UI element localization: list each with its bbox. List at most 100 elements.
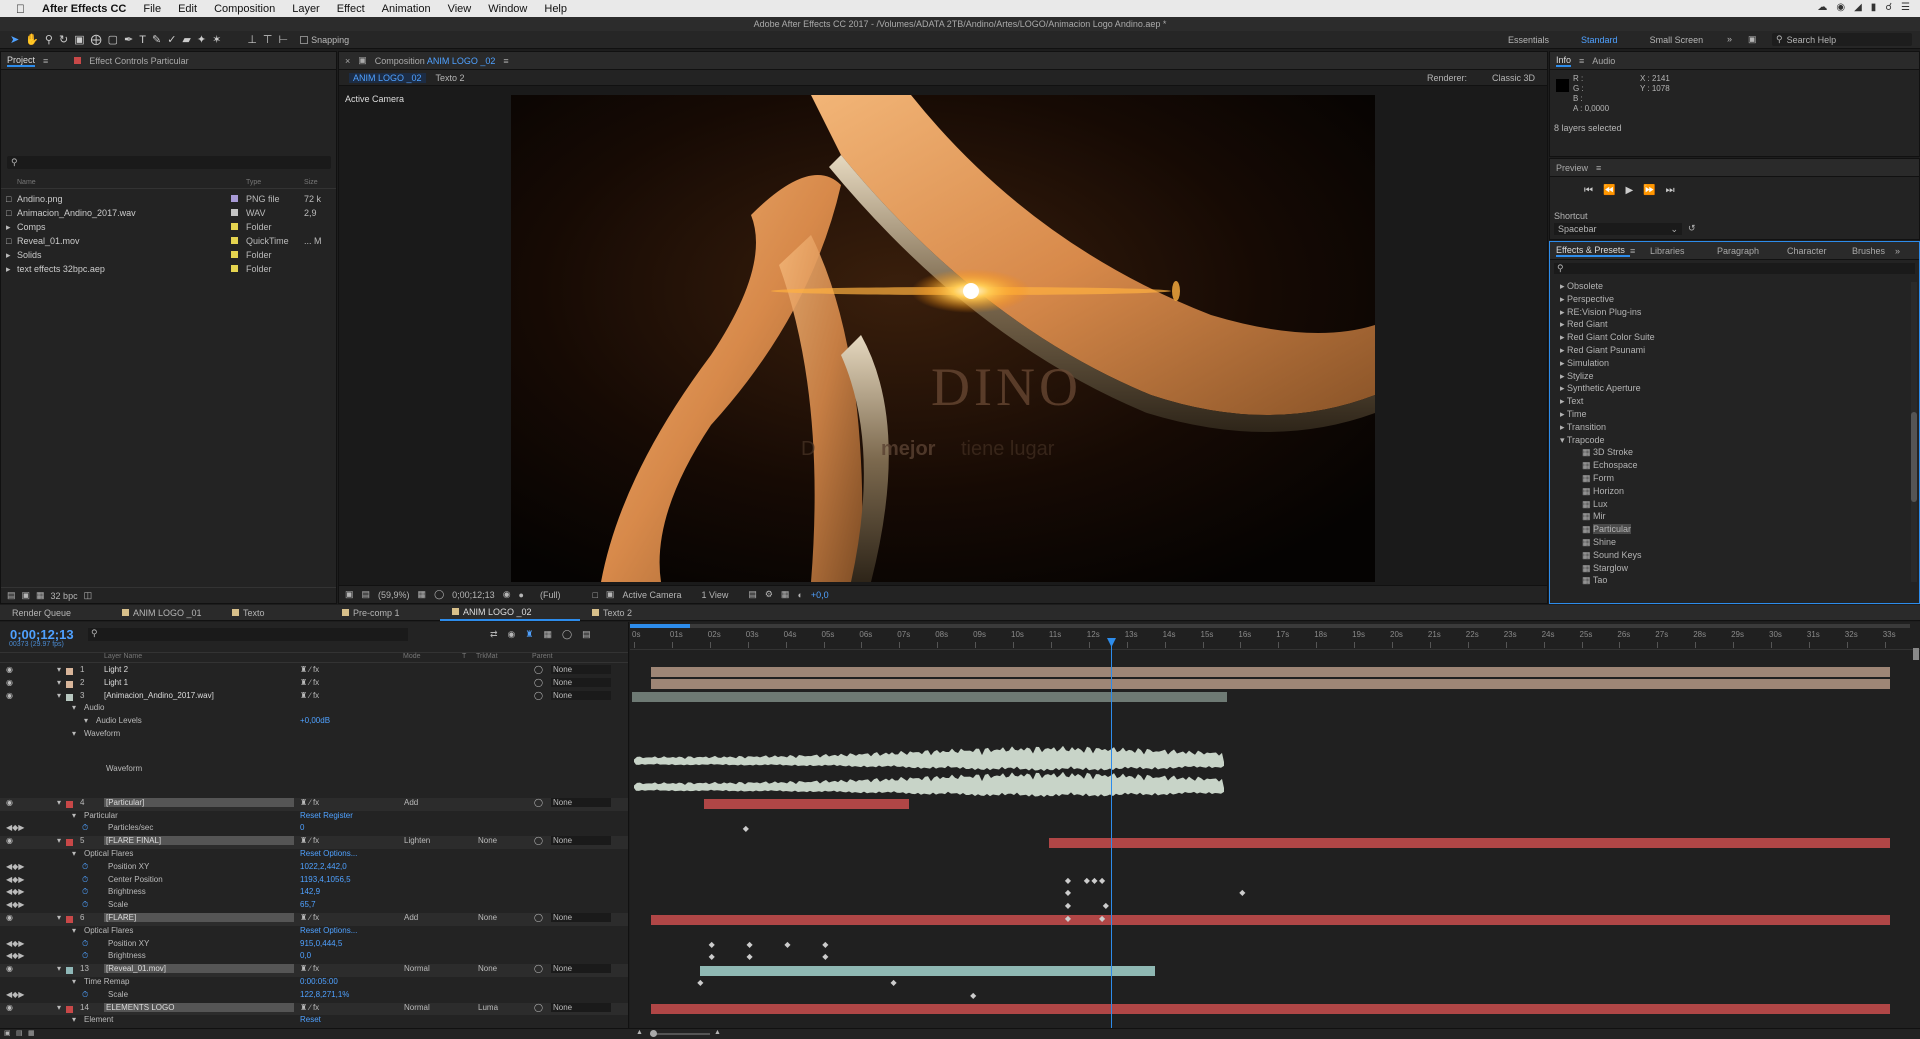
menu-help[interactable]: Help	[544, 3, 567, 15]
col-layer-name[interactable]: Layer Name	[104, 653, 142, 660]
timeline-tab[interactable]: Texto 2	[580, 606, 690, 620]
layer-duration-bar[interactable]	[704, 799, 909, 810]
effect-category[interactable]: ▸ RE:Vision Plug-ins	[1550, 306, 1910, 319]
layer-duration-bar[interactable]	[650, 666, 1891, 677]
mask-icon[interactable]: ◯	[434, 589, 444, 600]
keyframe-nav-icon[interactable]: ◀◆▶	[6, 939, 24, 948]
menu-window[interactable]: Window	[488, 3, 527, 15]
layer-twirl-icon[interactable]: ▾	[57, 665, 61, 674]
new-folder-icon[interactable]: ▣	[22, 590, 31, 601]
tab-paragraph[interactable]: Paragraph	[1717, 246, 1787, 256]
keyframe-nav-icon[interactable]: ◀◆▶	[6, 887, 24, 896]
layer-switches-icon[interactable]: ♜ ∕ fx	[300, 836, 319, 845]
layer-duration-bar[interactable]	[650, 1004, 1891, 1015]
keyframe-nav-icon[interactable]: ◀◆▶	[6, 951, 24, 960]
pen-tool-icon[interactable]: ✒	[124, 33, 133, 46]
toggle-modes-icon[interactable]: ▤	[16, 1029, 23, 1037]
comp-flowchart-icon[interactable]: ⇄	[490, 629, 498, 640]
tab-effect-controls[interactable]: Effect Controls Particular	[89, 56, 188, 66]
keyframe-icon[interactable]: ◆	[1099, 876, 1105, 885]
layer-duration-bar[interactable]	[650, 679, 1891, 690]
keyframe-nav-icon[interactable]: ◀◆▶	[6, 875, 24, 884]
zoom-select[interactable]: (59,9%)	[378, 590, 410, 600]
creative-cloud-icon[interactable]: ☁	[1817, 2, 1827, 13]
rotate-tool-icon[interactable]: ↻	[59, 33, 68, 46]
pan-behind-icon[interactable]: ⨁	[91, 33, 102, 46]
tab-character[interactable]: Character	[1787, 246, 1852, 256]
layer-switches-icon[interactable]: ♜ ∕ fx	[300, 1003, 319, 1012]
menu-app[interactable]: After Effects CC	[42, 3, 126, 15]
workspace-small-screen[interactable]: Small Screen	[1650, 35, 1704, 45]
keyframe-icon[interactable]: ◆	[1084, 876, 1090, 885]
keyframe-icon[interactable]: ◆	[822, 940, 828, 949]
visibility-eye-icon[interactable]: ◉	[6, 691, 13, 700]
parent-pickwhip-icon[interactable]: ◯	[534, 691, 543, 700]
property-row[interactable]: ◀◆▶ ⏱ Scale 122,8,271,1%	[0, 990, 628, 1003]
battery-icon[interactable]: ▮	[1871, 2, 1877, 13]
keyframe-icon[interactable]: ◆	[709, 952, 715, 961]
info-menu-icon[interactable]: ≡	[1579, 56, 1584, 66]
property-value[interactable]: Reset Options...	[300, 926, 357, 935]
keyframe-icon[interactable]: ◆	[1099, 914, 1105, 923]
fast-preview-icon[interactable]: ⚙	[765, 589, 773, 600]
exposure-icon[interactable]: ◐	[797, 590, 802, 600]
snapping-toggle[interactable]: Snapping	[300, 35, 349, 45]
parent-pickwhip-icon[interactable]: ◯	[534, 665, 543, 674]
label-swatch[interactable]	[231, 195, 238, 202]
property-value[interactable]: 1022,2,442,0	[300, 862, 347, 871]
property-value[interactable]: +0,00dB	[300, 716, 330, 725]
property-row[interactable]: ◀◆▶ ⏱ Center Position 1193,4,1056,5	[0, 875, 628, 888]
stopwatch-icon[interactable]: ⏱	[82, 887, 88, 897]
clone-tool-icon[interactable]: ✓	[167, 33, 176, 46]
layer-duration-bar[interactable]	[1048, 837, 1891, 848]
layer-twirl-icon[interactable]: ▾	[57, 1003, 61, 1012]
timeline-tab[interactable]: Render Queue	[0, 606, 110, 620]
project-item[interactable]: □ Andino.png PNG file 72 k	[1, 192, 336, 206]
property-row[interactable]: ▾ Audio	[0, 703, 628, 716]
layer-trkmat[interactable]: None	[478, 913, 497, 922]
layer-label-swatch[interactable]	[66, 916, 73, 923]
expand-arrow-icon[interactable]: ▸	[6, 222, 11, 233]
axis-icon[interactable]: ⊥	[247, 33, 257, 46]
layer-mode[interactable]: Normal	[404, 1003, 430, 1012]
property-value[interactable]: 915,0,444,5	[300, 939, 342, 948]
layer-twirl-icon[interactable]: ▾	[57, 964, 61, 973]
layer-name[interactable]: ELEMENTS LOGO	[104, 1002, 294, 1012]
hand-tool-icon[interactable]: ✋	[25, 33, 39, 46]
zoom-out-icon[interactable]: ▲	[636, 1029, 643, 1036]
twirl-icon[interactable]: ▾	[72, 703, 76, 712]
effect-item[interactable]: ▦ Lux	[1550, 498, 1910, 511]
bpc-label[interactable]: 32 bpc	[51, 591, 78, 601]
shortcut-select[interactable]: Spacebar ⌄	[1554, 223, 1682, 235]
property-value[interactable]: 0:00:05:00	[300, 977, 338, 986]
twirl-icon[interactable]: ▾	[72, 729, 76, 738]
stopwatch-icon[interactable]: ⏱	[82, 951, 88, 961]
visibility-eye-icon[interactable]: ◉	[6, 665, 13, 674]
effect-category[interactable]: ▸ Text	[1550, 395, 1910, 408]
parent-pickwhip-icon[interactable]: ◯	[534, 836, 543, 845]
property-row[interactable]: ◀◆▶ ⏱ Particles/sec 0	[0, 823, 628, 836]
stopwatch-icon[interactable]: ⏱	[82, 939, 88, 949]
tab-audio[interactable]: Audio	[1592, 56, 1615, 66]
column-type[interactable]: Type	[246, 179, 261, 186]
keyframe-nav-icon[interactable]: ◀◆▶	[6, 990, 24, 999]
comp-panel-menu-icon[interactable]: ≡	[503, 56, 508, 66]
layer-row[interactable]: ◉ ▾ 13 [Reveal_01.mov] ♜ ∕ fx Normal None ◯ None	[0, 964, 628, 977]
effect-category[interactable]: ▸ Synthetic Aperture	[1550, 382, 1910, 395]
timeline-tab[interactable]: Texto	[220, 606, 330, 620]
visibility-eye-icon[interactable]: ◉	[6, 1003, 13, 1012]
property-row[interactable]: ▾ Time Remap 0:00:05:00	[0, 977, 628, 990]
apple-icon[interactable]: 	[16, 2, 25, 16]
layer-name[interactable]: [FLARE FINAL]	[104, 836, 294, 846]
keyframe-icon[interactable]: ◆	[970, 991, 976, 1000]
property-row[interactable]: ▾ Particular Reset Register	[0, 811, 628, 824]
layer-mode[interactable]: Normal	[404, 964, 430, 973]
visibility-eye-icon[interactable]: ◉	[6, 913, 13, 922]
current-time[interactable]: 0;00;12;13	[452, 590, 495, 600]
keyframe-icon[interactable]: ◆	[891, 978, 897, 987]
layer-label-swatch[interactable]	[66, 967, 73, 975]
twirl-icon[interactable]: ▾	[72, 926, 76, 935]
tab-libraries[interactable]: Libraries	[1650, 246, 1717, 256]
keyframe-icon[interactable]: ◆	[1065, 876, 1071, 885]
layer-label-swatch[interactable]	[66, 680, 73, 688]
